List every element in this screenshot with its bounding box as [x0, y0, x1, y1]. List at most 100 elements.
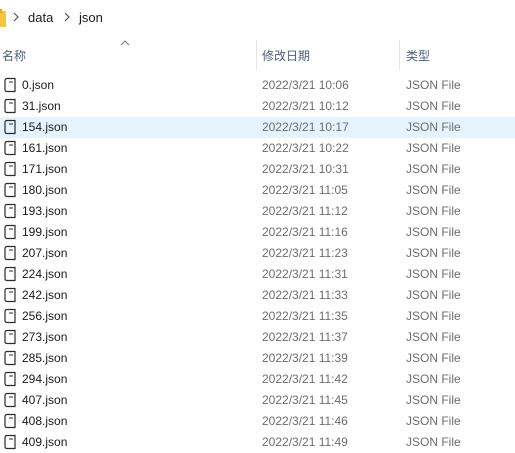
chevron-right-icon[interactable] [12, 11, 20, 23]
file-name: 31.json [22, 99, 61, 113]
file-icon [4, 224, 16, 240]
file-row[interactable]: 273.json 2022/3/21 11:37 JSON File [0, 327, 515, 348]
file-icon [4, 203, 16, 219]
file-type: JSON File [406, 141, 461, 155]
file-name: 242.json [22, 288, 68, 302]
file-icon [4, 308, 16, 324]
file-name: 207.json [22, 246, 68, 260]
column-divider[interactable] [399, 40, 400, 70]
file-name: 180.json [22, 183, 68, 197]
file-icon [4, 77, 16, 93]
file-type: JSON File [406, 372, 461, 386]
column-divider[interactable] [256, 40, 257, 70]
file-icon [4, 245, 16, 261]
chevron-right-icon[interactable] [63, 11, 71, 23]
file-name: 199.json [22, 225, 68, 239]
file-list: 0.json 2022/3/21 10:06 JSON File 31.json 202… [0, 75, 515, 453]
file-row[interactable]: 407.json 2022/3/21 11:45 JSON File [0, 390, 515, 411]
file-name: 224.json [22, 267, 68, 281]
file-type: JSON File [406, 246, 461, 260]
file-type: JSON File [406, 288, 461, 302]
folder-icon [0, 9, 6, 27]
breadcrumb-data[interactable]: data [28, 10, 53, 26]
file-row[interactable]: 199.json 2022/3/21 11:16 JSON File [0, 222, 515, 243]
file-row[interactable]: 171.json 2022/3/21 10:31 JSON File [0, 159, 515, 180]
file-icon [4, 182, 16, 198]
file-name: 273.json [22, 330, 68, 344]
file-type: JSON File [406, 435, 461, 449]
file-date: 2022/3/21 11:39 [262, 351, 348, 365]
file-icon [4, 434, 16, 450]
file-date: 2022/3/21 11:37 [262, 330, 348, 344]
file-row[interactable]: 285.json 2022/3/21 11:39 JSON File [0, 348, 515, 369]
file-icon [4, 413, 16, 429]
file-row[interactable]: 31.json 2022/3/21 10:12 JSON File [0, 96, 515, 117]
file-date: 2022/3/21 11:42 [262, 372, 348, 386]
file-date: 2022/3/21 11:33 [262, 288, 348, 302]
file-name: 407.json [22, 393, 68, 407]
file-date: 2022/3/21 11:16 [262, 225, 348, 239]
file-icon [4, 119, 16, 135]
file-type: JSON File [406, 309, 461, 323]
file-row[interactable]: 207.json 2022/3/21 11:23 JSON File [0, 243, 515, 264]
file-icon [4, 350, 16, 366]
file-name: 256.json [22, 309, 68, 323]
file-row[interactable]: 224.json 2022/3/21 11:31 JSON File [0, 264, 515, 285]
sort-ascending-icon [120, 40, 130, 46]
file-name: 161.json [22, 141, 68, 155]
file-name: 408.json [22, 414, 68, 428]
breadcrumb: data json [0, 0, 515, 36]
file-row[interactable]: 161.json 2022/3/21 10:22 JSON File [0, 138, 515, 159]
file-icon [4, 266, 16, 282]
file-icon [4, 161, 16, 177]
column-header-name[interactable]: 名称 [2, 48, 26, 64]
file-icon [4, 329, 16, 345]
file-row[interactable]: 408.json 2022/3/21 11:46 JSON File [0, 411, 515, 432]
file-name: 285.json [22, 351, 68, 365]
breadcrumb-json[interactable]: json [79, 10, 103, 26]
file-type: JSON File [406, 225, 461, 239]
file-icon [4, 371, 16, 387]
file-date: 2022/3/21 11:46 [262, 414, 348, 428]
file-name: 409.json [22, 435, 68, 449]
file-name: 294.json [22, 372, 68, 386]
file-icon [4, 392, 16, 408]
file-date: 2022/3/21 10:12 [262, 99, 349, 113]
file-type: JSON File [406, 120, 461, 134]
file-row[interactable]: 256.json 2022/3/21 11:35 JSON File [0, 306, 515, 327]
file-row[interactable]: 294.json 2022/3/21 11:42 JSON File [0, 369, 515, 390]
file-type: JSON File [406, 414, 461, 428]
file-type: JSON File [406, 393, 461, 407]
file-row[interactable]: 154.json 2022/3/21 10:17 JSON File [0, 117, 515, 138]
file-name: 171.json [22, 162, 68, 176]
file-date: 2022/3/21 10:22 [262, 141, 349, 155]
file-name: 0.json [22, 78, 55, 92]
column-header-type[interactable]: 类型 [406, 48, 430, 64]
file-type: JSON File [406, 330, 461, 344]
file-date: 2022/3/21 11:12 [262, 204, 348, 218]
file-icon [4, 98, 16, 114]
file-row[interactable]: 0.json 2022/3/21 10:06 JSON File [0, 75, 515, 96]
file-date: 2022/3/21 11:45 [262, 393, 348, 407]
column-header-date[interactable]: 修改日期 [262, 48, 310, 64]
file-date: 2022/3/21 10:31 [262, 162, 349, 176]
file-icon [4, 287, 16, 303]
file-date: 2022/3/21 11:35 [262, 309, 348, 323]
file-type: JSON File [406, 99, 461, 113]
column-header-bar [0, 36, 515, 76]
file-icon [4, 140, 16, 156]
file-type: JSON File [406, 351, 461, 365]
file-type: JSON File [406, 183, 461, 197]
file-row[interactable]: 180.json 2022/3/21 11:05 JSON File [0, 180, 515, 201]
file-name: 154.json [22, 120, 68, 134]
file-date: 2022/3/21 11:23 [262, 246, 348, 260]
file-row[interactable]: 242.json 2022/3/21 11:33 JSON File [0, 285, 515, 306]
file-type: JSON File [406, 162, 461, 176]
file-date: 2022/3/21 10:17 [262, 120, 349, 134]
file-name: 193.json [22, 204, 68, 218]
file-date: 2022/3/21 11:05 [262, 183, 348, 197]
file-type: JSON File [406, 78, 461, 92]
file-row[interactable]: 193.json 2022/3/21 11:12 JSON File [0, 201, 515, 222]
file-type: JSON File [406, 267, 461, 281]
file-type: JSON File [406, 204, 461, 218]
